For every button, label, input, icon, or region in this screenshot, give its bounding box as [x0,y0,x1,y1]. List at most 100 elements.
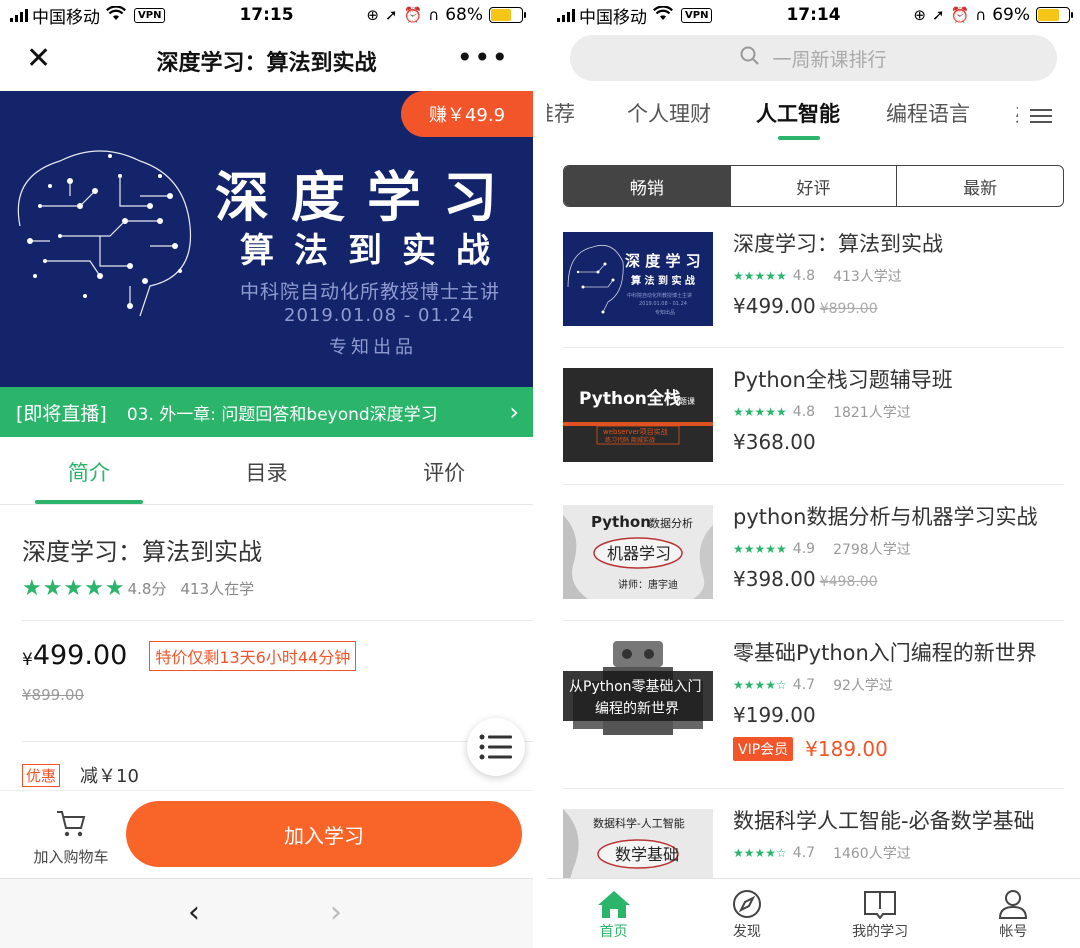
vpn-badge: VPN [681,7,713,23]
rating-score: 4.7 [792,677,816,693]
learner-count: 413人学过 [833,269,902,285]
original-price: ¥498.00 [819,574,878,590]
thumb-subtitle: 机器学习 [607,544,671,563]
rating-score: 4.8 [792,404,816,420]
brain-circuit-graphic [17,150,192,317]
thumb-publisher: 专知出品 [655,309,675,316]
thumb-title: 从Python零基础入门 [569,678,702,695]
home-icon [597,891,630,918]
rating-stars: ★★★★★ [733,269,787,283]
live-notice-bar[interactable]: [即将直播] 03. 外一章: 问题回答和beyond深度学习 › [0,387,533,437]
thumb-title: Python [591,513,651,531]
list-icon [479,734,512,760]
screen-divider [533,0,547,948]
thumb-subtitle: 编程的新世界 [595,701,679,717]
course-detail-screen: 中国移动 VPN 17:15 ⊕ ➚ ⏰ ∩ 68% ✕ 深度学习：算法到实战 … [0,0,533,948]
course-thumbnail: 深 度 学 习 算 法 到 实 战 中科院自动化所教授博士主讲 2019.01.… [563,232,713,326]
promo-countdown: 特价仅剩13天6小时44分钟 [149,640,357,671]
brain-circuit-graphic: 深 度 学 习 算 法 到 实 战 中科院自动化所教授博士主讲 2019.01.… [567,244,701,316]
tab-catalog[interactable]: 目录 [178,437,356,504]
hamburger-menu-icon[interactable] [1018,98,1064,134]
tab-personal-finance[interactable]: 个人理财 [627,98,711,128]
more-icon[interactable]: ••• [456,44,509,72]
coupon-row[interactable]: 优惠 减￥10 [22,762,139,788]
tab-reviews[interactable]: 评价 [355,437,533,504]
tab-discover[interactable]: 发现 [680,879,813,948]
segment-newest[interactable]: 最新 [897,166,1063,206]
course-title: 深度学习：算法到实战 [733,232,943,256]
rating-stars: ★★★★★ [22,576,126,601]
carrier-label: 中国移动 [579,7,647,28]
signal-icon [10,8,28,22]
page-title: 深度学习：算法到实战 [156,50,377,76]
search-icon [740,46,760,71]
learner-count: 413人在学 [180,580,255,598]
cart-icon [26,809,116,846]
price: ¥368.00 [733,430,816,454]
headphones-icon: ∩ [428,6,440,24]
segment-bestseller[interactable]: 畅销 [564,166,731,206]
tab-my-learning[interactable]: 我的学习 [814,879,947,948]
screenshot-composite: 中国移动 VPN 17:15 ⊕ ➚ ⏰ ∩ 68% ✕ 深度学习：算法到实战 … [0,0,1080,948]
rating-score: 4.8 [792,268,816,284]
course-title: python数据分析与机器学习实战 [733,505,1038,529]
user-icon [999,890,1028,919]
detail-tabs: 简介 目录 评价 [0,437,533,505]
thumb-instructor: 中科院自动化所教授博士主讲 [627,292,692,299]
battery-percent: 68% [445,5,483,25]
learner-count: 92人学过 [833,678,893,694]
battery-percent: 69% [992,5,1030,25]
course-thumbnail: Python全栈 习题课 webserver项目实战 练习代码 商城实战 [563,368,713,462]
action-bar: 加入购物车 加入学习 [0,790,533,878]
rating-stars: ★★★★★ [733,405,787,419]
forward-icon[interactable]: › [330,895,342,930]
thumb-subtitle2: 练习代码 商城实战 [605,436,655,444]
tab-recommend[interactable]: 推荐 [547,98,575,128]
thumb-title: 数据科学-人工智能 [593,816,685,830]
course-title: 深度学习：算法到实战 [22,538,262,566]
coupon-text: 减￥10 [80,766,139,787]
signal-icon [557,8,575,22]
tab-home[interactable]: 首页 [547,879,680,948]
rating-row: ★★★★★ 4.8分 413人在学 [22,576,254,601]
add-to-cart-label: 加入购物车 [33,848,109,866]
rating-stars: ★★★★☆ [733,846,787,860]
original-price: ¥899.00 [22,686,85,704]
carrier-label: 中国移动 [32,7,100,28]
search-bar[interactable]: 一周新课排行 [570,35,1057,81]
course-thumbnail: Python 数据分析 机器学习 讲师：唐宇迪 [563,505,713,599]
tab-intro[interactable]: 简介 [0,437,178,504]
tab-ai[interactable]: 人工智能 [756,98,840,128]
thumb-subtitle: 算 法 到 实 战 [630,274,695,287]
course-list-item[interactable]: 从Python零基础入门 编程的新世界 零基础Python入门编程的新世界 ★★… [563,641,1064,787]
add-to-cart-button[interactable]: 加入购物车 [26,809,116,867]
vpn-badge: VPN [134,7,166,23]
list-menu-button[interactable] [467,718,525,776]
tab-discover-label: 发现 [732,924,761,940]
nav-header: ✕ 深度学习：算法到实战 ••• [0,30,533,91]
close-icon[interactable]: ✕ [26,44,51,74]
thumb-subtitle: 数学基础 [615,845,679,864]
tab-programming[interactable]: 编程语言 [886,98,970,128]
headphones-icon: ∩ [975,6,987,24]
rating-score: 4.9 [792,541,816,557]
banner-dates: 2019.01.08 - 01.24 [284,305,475,326]
join-study-button[interactable]: 加入学习 [126,801,522,867]
rating-stars: ★★★★☆ [733,678,787,692]
course-thumbnail: 从Python零基础入门 编程的新世界 [563,641,713,735]
course-list-item[interactable]: 数据科学-人工智能 数学基础 数据科学人工智能-必备数学基础 ★★★★☆ 4.7… [563,809,1064,878]
battery-icon [489,7,526,23]
alarm-icon: ⏰ [950,6,970,24]
tab-account[interactable]: 帐号 [947,879,1080,948]
segment-top-rated[interactable]: 好评 [731,166,898,206]
divider [563,788,1064,789]
alarm-icon: ⏰ [403,6,423,24]
earn-badge[interactable]: 赚￥49.9 [401,91,533,137]
rating-stars: ★★★★★ [733,542,787,556]
price: ¥499.00 [733,294,816,318]
course-list-screen: 中国移动 VPN 17:14 ⊕ ➚ ⏰ ∩ 69% 一周新课排行 推荐 个人 [547,0,1080,948]
location-icon: ➚ [384,6,398,24]
status-bar: 中国移动 VPN 17:15 ⊕ ➚ ⏰ ∩ 68% [0,0,533,30]
rating-score: 4.8分 [127,580,167,598]
back-icon[interactable]: ‹ [188,895,200,930]
